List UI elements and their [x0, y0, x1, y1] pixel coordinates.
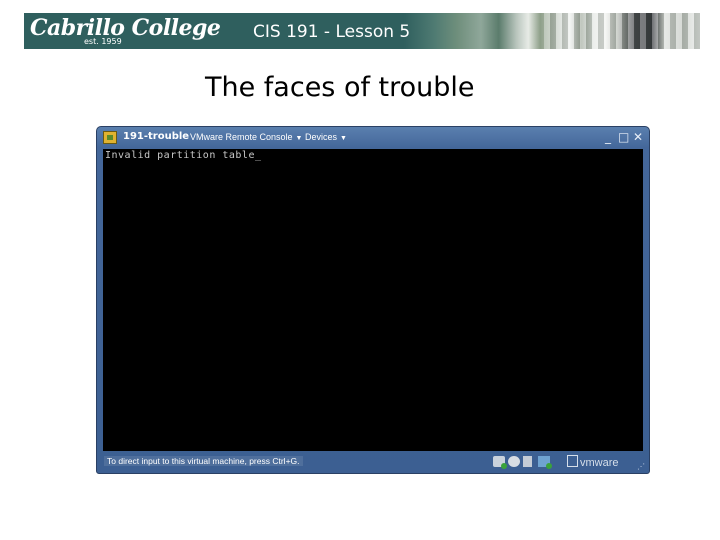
resize-grip-icon[interactable]: ⋰	[637, 463, 645, 471]
chevron-down-icon: ▼	[295, 135, 303, 142]
menu-devices[interactable]: Devices ▼	[305, 132, 347, 142]
vmware-app-icon	[103, 131, 117, 144]
title-bar[interactable]: 191-trouble VMware Remote Console ▼ Devic…	[97, 127, 649, 149]
floppy-icon[interactable]	[523, 456, 532, 467]
slide-title: The faces of trouble	[205, 72, 475, 103]
minimize-icon[interactable]: _	[605, 131, 611, 143]
vm-name: 191-trouble	[123, 131, 190, 142]
college-logo: Cabrillo College	[30, 15, 221, 41]
vm-console-screen[interactable]: Invalid partition table_	[103, 149, 643, 451]
chevron-down-icon: ▼	[340, 135, 347, 142]
pillars-image	[544, 13, 700, 49]
logo-established: est. 1959	[84, 37, 122, 46]
hard-disk-icon[interactable]	[493, 456, 507, 469]
header-banner: Cabrillo College est. 1959 CIS 191 - Les…	[24, 13, 700, 49]
vmware-console-window: 191-trouble VMware Remote Console ▼ Devic…	[96, 126, 650, 474]
cdrom-icon[interactable]	[508, 456, 520, 467]
vmware-logo: vmware	[567, 455, 619, 469]
lesson-title: CIS 191 - Lesson 5	[253, 22, 411, 42]
menu-label: VMware Remote Console	[190, 132, 293, 142]
vmware-logo-icon	[567, 455, 578, 467]
status-bar: To direct input to this virtual machine,…	[97, 451, 649, 473]
menu-label: Devices	[305, 132, 338, 142]
vmware-brand: vmware	[580, 457, 619, 469]
console-output: Invalid partition table_	[105, 150, 262, 161]
network-icon[interactable]	[538, 456, 552, 469]
status-message: To direct input to this virtual machine,…	[104, 456, 303, 466]
menu-vmware-remote-console[interactable]: VMware Remote Console ▼	[190, 132, 302, 142]
close-icon[interactable]: ✕	[633, 131, 643, 143]
maximize-icon[interactable]: □	[618, 131, 629, 143]
